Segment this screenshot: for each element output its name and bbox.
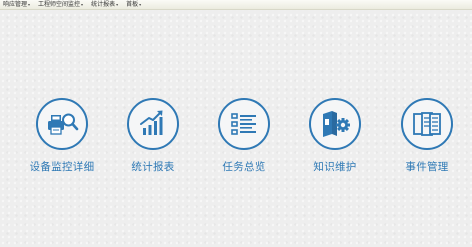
- tile-icon-circle: [401, 98, 453, 150]
- printer-magnifier-icon: [48, 113, 79, 135]
- tile-statistics-reports[interactable]: 统计报表: [108, 98, 198, 174]
- tile-task-overview[interactable]: 任务总览: [199, 98, 289, 174]
- tile-knowledge-maintenance[interactable]: 知识维护: [290, 98, 380, 174]
- tile-label: 知识维护: [313, 161, 357, 173]
- task-list-icon: [231, 113, 256, 135]
- tile-event-management[interactable]: 事件管理: [382, 98, 472, 174]
- tile-device-monitoring[interactable]: 设备监控详细: [17, 98, 107, 174]
- tile-label: 统计报表: [131, 161, 175, 173]
- tile-icon-circle: [36, 98, 88, 150]
- tile-label: 事件管理: [405, 161, 449, 173]
- book-gear-icon: [323, 111, 350, 137]
- tile-label: 设备监控详细: [29, 161, 95, 173]
- tile-label: 任务总览: [222, 161, 266, 173]
- bar-chart-trend-icon: [140, 110, 163, 135]
- documents-icon: [413, 112, 441, 136]
- tile-icon-circle: [218, 98, 270, 150]
- dashboard-tiles: 设备监控详细 统计报表 任务总览 知识维护 事件管理: [0, 0, 472, 247]
- tile-icon-circle: [309, 98, 361, 150]
- tile-icon-circle: [127, 98, 179, 150]
